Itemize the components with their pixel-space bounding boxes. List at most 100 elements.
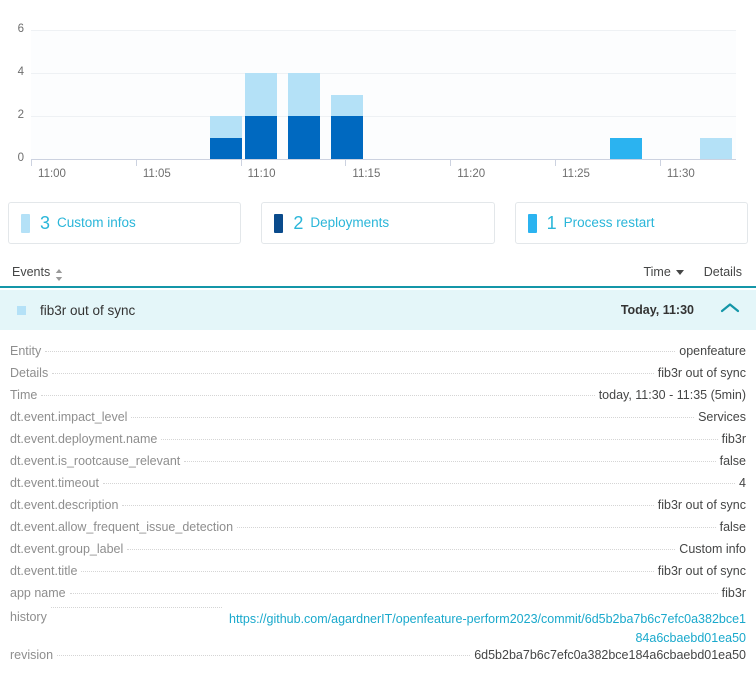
events-column-header[interactable]: Events	[12, 265, 50, 279]
event-list-item-selected[interactable]: fib3r out of sync Today, 11:30	[0, 290, 756, 330]
legend-card-process-restart[interactable]: 1 Process restart	[514, 202, 748, 244]
chart-x-tick-mark	[135, 160, 137, 166]
time-column-header[interactable]: Time	[643, 265, 684, 279]
chart-bar-segment	[245, 116, 277, 159]
detail-row: Time today, 11:30 - 11:35 (5min)	[0, 388, 756, 410]
detail-value: 6d5b2ba7b6c7efc0a382bce184a6cbaebd01ea50	[474, 648, 746, 662]
detail-value-link[interactable]: https://github.com/agardnerIT/openfeatur…	[226, 610, 746, 648]
chart-bar-segment	[210, 137, 242, 159]
detail-row: dt.event.timeout 4	[0, 476, 756, 498]
detail-leader-dots	[50, 607, 222, 608]
chart-bar-segment	[331, 116, 363, 159]
event-title: fib3r out of sync	[40, 302, 136, 318]
time-column-label: Time	[643, 265, 671, 279]
detail-leader-dots	[127, 549, 676, 550]
chart-x-tick-mark	[659, 160, 661, 166]
event-type-marker-icon	[17, 305, 26, 315]
chevron-down-icon	[675, 269, 684, 275]
chart-x-tick-label: 11:25	[562, 168, 590, 180]
detail-leader-dots	[81, 571, 654, 572]
detail-leader-dots	[237, 527, 716, 528]
chart-x-tick-label: 11:30	[666, 168, 695, 180]
detail-value: fib3r	[721, 432, 746, 446]
detail-row: dt.event.allow_frequent_issue_detection f…	[0, 520, 756, 542]
detail-leader-dots	[57, 655, 471, 656]
detail-key: dt.event.timeout	[10, 476, 99, 490]
detail-value: fib3r out of sync	[657, 366, 746, 380]
legend-swatch-icon	[527, 213, 537, 233]
detail-key: dt.event.allow_frequent_issue_detection	[10, 520, 234, 534]
detail-row: dt.event.group_label Custom info	[0, 542, 756, 564]
detail-key: dt.event.deployment.name	[10, 432, 158, 446]
detail-row: Details fib3r out of sync	[0, 366, 756, 388]
detail-row: Entity openfeature	[0, 344, 756, 366]
chart-bar-segment	[288, 116, 320, 159]
chart-bar[interactable]	[700, 30, 732, 159]
chart-x-tick-mark	[450, 160, 452, 166]
detail-key: revision	[10, 648, 54, 662]
detail-value: false	[719, 520, 746, 534]
detail-key: Details	[10, 366, 49, 380]
detail-row: dt.event.is_rootcause_relevant false	[0, 454, 756, 476]
chart-y-tick-label: 0	[17, 152, 24, 164]
legend-count: 2	[293, 213, 304, 233]
event-timestamp: Today, 11:30	[620, 303, 694, 317]
detail-leader-dots	[102, 483, 736, 484]
detail-key: dt.event.group_label	[10, 542, 124, 556]
detail-row: dt.event.deployment.name fib3r	[0, 432, 756, 454]
chart-x-tick-label: 11:05	[142, 168, 171, 180]
chart-bar[interactable]	[610, 30, 642, 159]
detail-leader-dots	[45, 351, 676, 352]
detail-leader-dots	[161, 439, 718, 440]
detail-key: Time	[10, 388, 38, 402]
chart-bar-segment	[700, 137, 732, 159]
chart-y-tick-label: 2	[17, 109, 24, 121]
chart-x-tick-mark	[555, 160, 556, 166]
detail-key: app name	[10, 586, 66, 600]
detail-key: dt.event.is_rootcause_relevant	[10, 454, 181, 468]
sort-updown-icon[interactable]	[55, 268, 63, 281]
detail-row: dt.event.title fib3r out of sync	[0, 564, 756, 586]
legend-count: 1	[546, 213, 557, 233]
chart-x-tick-mark	[240, 160, 242, 166]
legend-swatch-icon	[274, 213, 284, 233]
chart-bar[interactable]	[288, 30, 320, 159]
detail-value: today, 11:30 - 11:35 (5min)	[598, 388, 746, 402]
chart-y-tick-label: 4	[17, 66, 24, 78]
chart-bar-segment	[288, 73, 320, 116]
legend-label: Deployments	[310, 215, 390, 231]
events-timeline-chart: 0 2 4 6 11:00 11:05 11:10 11:15 11:20 11:25 11:30	[0, 0, 756, 195]
event-detail-list: Entity openfeature Details fib3r out of syn…	[0, 344, 756, 670]
chart-x-tick-mark	[31, 160, 32, 166]
detail-value: openfeature	[679, 344, 746, 358]
legend-swatch-icon	[21, 213, 30, 233]
chart-bar[interactable]	[331, 30, 363, 159]
chart-bar-segment	[245, 73, 277, 116]
detail-leader-dots	[69, 593, 718, 594]
chart-x-tick-label: 11:15	[352, 168, 381, 180]
chart-x-tick-mark	[345, 160, 347, 166]
chart-y-tick-label: 6	[17, 23, 24, 35]
detail-value: Services	[698, 410, 746, 424]
chart-bar-segment	[210, 116, 242, 138]
detail-value: Custom info	[679, 542, 746, 556]
chevron-up-icon[interactable]	[720, 301, 740, 319]
chart-bar[interactable]	[210, 30, 242, 159]
detail-value: 4	[739, 476, 746, 490]
chart-x-tick-label: 11:00	[38, 168, 66, 180]
details-column-header[interactable]: Details	[704, 265, 742, 279]
chart-x-tick-label: 11:20	[457, 168, 486, 180]
detail-key: Entity	[10, 344, 42, 358]
detail-key: history	[10, 610, 47, 624]
detail-row: history https://github.com/agardnerIT/ope…	[0, 607, 756, 648]
events-table-header: Events Time Details	[0, 258, 756, 288]
legend-count: 3	[40, 213, 51, 233]
detail-leader-dots	[184, 461, 716, 462]
chart-bar[interactable]	[245, 30, 277, 159]
legend-label: Process restart	[563, 215, 655, 231]
chart-bar-segment	[610, 137, 642, 159]
legend-card-deployments[interactable]: 2 Deployments	[261, 202, 495, 244]
detail-row: dt.event.description fib3r out of sync	[0, 498, 756, 520]
legend-label: Custom infos	[57, 215, 136, 231]
legend-card-custom-infos[interactable]: 3 Custom infos	[8, 202, 242, 244]
